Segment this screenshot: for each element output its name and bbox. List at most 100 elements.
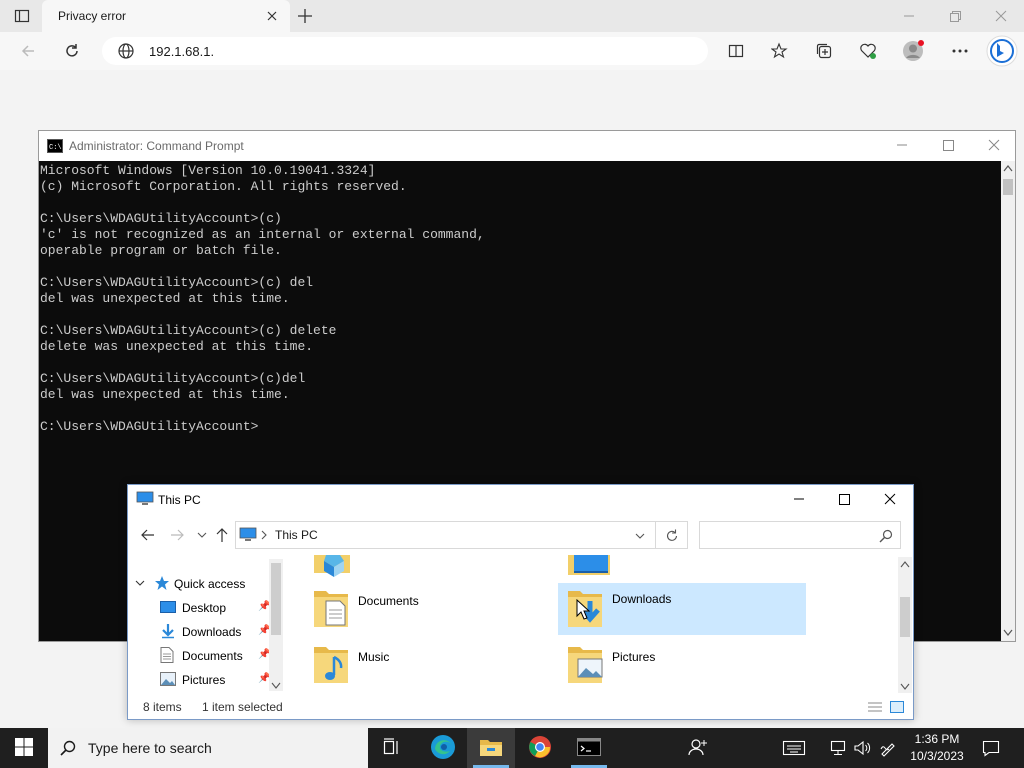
address-bar[interactable]: 192.1.68.1. xyxy=(102,37,708,65)
this-pc-address-icon xyxy=(239,526,257,542)
folder-label-downloads: Downloads xyxy=(612,592,672,606)
navigation-pane: Quick access Desktop 📌 Downloads 📌 Docum… xyxy=(128,555,284,695)
taskbar-people[interactable] xyxy=(674,728,722,768)
clock-time[interactable]: 1:36 PM xyxy=(905,732,969,746)
refresh-icon[interactable] xyxy=(60,39,84,63)
browser-toolbar: 192.1.68.1. xyxy=(0,32,1024,70)
nav-item-desktop[interactable]: Desktop 📌 xyxy=(160,597,270,619)
documents-icon xyxy=(160,646,182,666)
windows-logo-icon xyxy=(15,737,33,759)
taskbar-chrome[interactable] xyxy=(516,728,564,768)
folder-tile-music[interactable]: Music xyxy=(312,641,542,693)
taskbar-search-box[interactable]: Type here to search xyxy=(48,728,368,768)
people-icon xyxy=(688,738,708,759)
tab-actions-icon[interactable] xyxy=(14,8,30,24)
content-pane: Documents Downloads Music Pictures xyxy=(286,555,898,695)
expand-chevron-icon[interactable] xyxy=(134,577,148,592)
new-tab-icon[interactable] xyxy=(296,7,314,25)
notifications-icon[interactable] xyxy=(982,739,1000,757)
browser-tab-privacy-error[interactable]: Privacy error xyxy=(42,0,290,32)
explorer-refresh-button[interactable] xyxy=(656,521,688,549)
taskbar-search-icon xyxy=(59,739,77,757)
taskbar-file-explorer[interactable] xyxy=(467,728,515,768)
minimize-icon[interactable] xyxy=(900,8,918,24)
mouse-cursor-icon xyxy=(576,598,592,621)
browser-essentials-icon[interactable] xyxy=(856,39,880,63)
explorer-window-title: This PC xyxy=(158,493,201,507)
nav-pane-scrollbar[interactable] xyxy=(269,559,283,691)
tab-title: Privacy error xyxy=(58,9,127,23)
close-window-icon[interactable] xyxy=(992,8,1010,24)
explorer-status-bar: 8 items 1 item selected xyxy=(128,695,913,719)
restore-icon[interactable] xyxy=(946,8,964,24)
file-explorer-icon xyxy=(479,737,503,760)
address-dropdown-icon[interactable] xyxy=(634,530,646,542)
explorer-close-icon[interactable] xyxy=(881,491,899,507)
svg-text:C:\: C:\ xyxy=(49,144,62,152)
profile-avatar[interactable] xyxy=(902,40,924,62)
cmd-close-icon[interactable] xyxy=(985,137,1003,153)
back-icon[interactable] xyxy=(16,39,40,63)
desktop-large-folder-icon[interactable] xyxy=(568,555,610,577)
cmd-maximize-icon[interactable] xyxy=(939,137,957,153)
pen-workspace-icon[interactable] xyxy=(879,739,897,757)
this-pc-title-icon xyxy=(136,491,154,507)
favorites-star-icon[interactable] xyxy=(768,39,792,63)
file-explorer-window[interactable]: This PC This PC Quick access Desktop 📌 D… xyxy=(127,484,914,720)
touch-keyboard-icon[interactable] xyxy=(782,739,806,757)
large-icons-view-icon[interactable] xyxy=(889,699,905,715)
details-view-icon[interactable] xyxy=(867,700,883,714)
nav-label-documents: Documents xyxy=(182,649,243,663)
pictures-folder-icon xyxy=(566,641,604,688)
nav-item-documents[interactable]: Documents 📌 xyxy=(160,645,270,667)
folder-tile-documents[interactable]: Documents xyxy=(312,585,542,637)
console-text: Microsoft Windows [Version 10.0.19041.33… xyxy=(40,163,485,434)
taskbar-command-prompt[interactable] xyxy=(565,728,613,768)
pictures-icon xyxy=(160,671,182,689)
up-folder-icon[interactable] xyxy=(213,526,231,544)
globe-icon xyxy=(117,42,135,60)
downloads-arrow-icon xyxy=(160,623,182,642)
search-icon xyxy=(878,528,894,544)
nav-label-pictures: Pictures xyxy=(182,673,226,687)
url-text: 192.1.68.1. xyxy=(149,44,215,59)
explorer-address-bar[interactable]: This PC xyxy=(235,521,656,549)
volume-icon[interactable] xyxy=(853,739,871,757)
quick-access-item[interactable]: Quick access xyxy=(134,573,245,595)
explorer-minimize-icon[interactable] xyxy=(790,491,808,507)
network-icon[interactable] xyxy=(829,739,847,757)
split-screen-icon[interactable] xyxy=(724,39,748,63)
status-item-count: 8 items xyxy=(143,700,182,714)
taskbar-search-placeholder: Type here to search xyxy=(88,740,212,756)
taskbar-edge[interactable] xyxy=(419,728,467,768)
task-view-icon xyxy=(383,737,401,759)
nav-label-desktop: Desktop xyxy=(182,601,227,615)
explorer-forward-icon[interactable] xyxy=(168,526,186,544)
nav-item-pictures[interactable]: Pictures 📌 xyxy=(160,669,270,691)
tab-close-icon[interactable] xyxy=(264,8,280,24)
address-this-pc[interactable]: This PC xyxy=(275,528,318,542)
folder-label-documents: Documents xyxy=(358,594,419,608)
content-scrollbar[interactable] xyxy=(898,557,912,693)
chrome-icon xyxy=(528,735,552,762)
bing-copilot-icon[interactable] xyxy=(986,35,1018,67)
nav-item-downloads[interactable]: Downloads 📌 xyxy=(160,621,270,643)
folder-tile-downloads[interactable]: Downloads xyxy=(558,583,806,635)
collections-icon[interactable] xyxy=(812,39,836,63)
clock-date[interactable]: 10/3/2023 xyxy=(905,749,969,763)
cmd-minimize-icon[interactable] xyxy=(893,137,911,153)
music-folder-icon xyxy=(312,641,350,688)
nav-label-downloads: Downloads xyxy=(182,625,242,639)
task-view-button[interactable] xyxy=(368,728,416,768)
recent-locations-icon[interactable] xyxy=(196,528,208,542)
breadcrumb-chevron-icon[interactable] xyxy=(260,529,268,541)
start-button[interactable] xyxy=(0,728,48,768)
3d-objects-folder-icon[interactable] xyxy=(314,555,350,577)
explorer-search-box[interactable] xyxy=(699,521,901,549)
desktop-folder-icon xyxy=(160,600,182,617)
more-options-icon[interactable] xyxy=(948,39,972,63)
explorer-maximize-icon[interactable] xyxy=(835,491,853,507)
console-scrollbar[interactable] xyxy=(1001,161,1015,641)
explorer-back-icon[interactable] xyxy=(139,526,157,544)
folder-tile-pictures[interactable]: Pictures xyxy=(566,641,796,693)
